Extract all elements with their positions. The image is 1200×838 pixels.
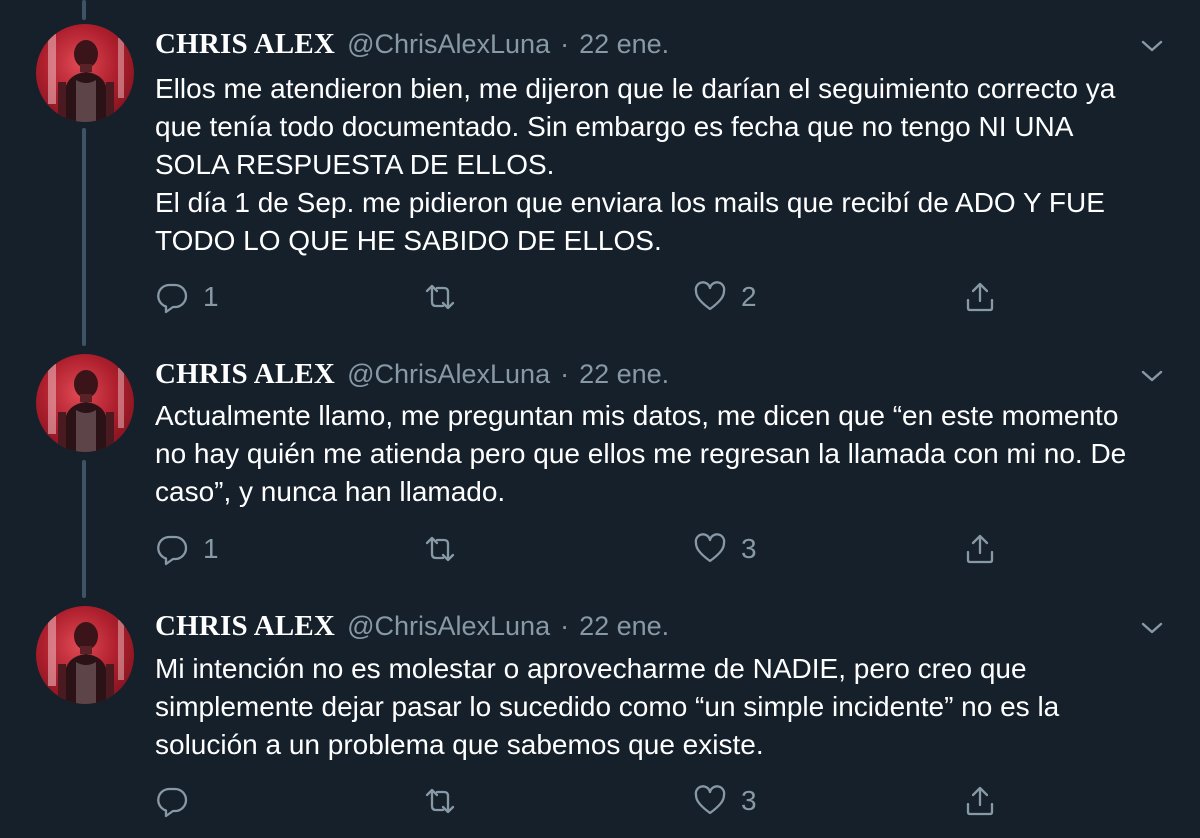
- chevron-down-icon[interactable]: [1138, 362, 1166, 390]
- share-icon: [966, 282, 994, 312]
- tweet-text: Actualmente llamo, me preguntan mis dato…: [155, 397, 1165, 511]
- tweet-date[interactable]: 22 ene.: [579, 359, 669, 390]
- retweet-button[interactable]: [423, 783, 471, 819]
- chevron-down-icon[interactable]: [1138, 32, 1166, 60]
- display-name[interactable]: CHRIS ALEX: [155, 358, 335, 391]
- avatar-photo: [48, 364, 124, 452]
- user-handle[interactable]: @ChrisAlexLuna: [347, 611, 550, 642]
- tweet-text-line: SOLA RESPUESTA DE ELLOS.: [155, 149, 555, 180]
- tweet-date[interactable]: 22 ene.: [579, 29, 669, 60]
- reply-icon: [157, 283, 188, 314]
- reply-count: 1: [203, 533, 219, 564]
- reply-count: 1: [203, 281, 219, 312]
- tweet-actions: 1 3: [155, 531, 1015, 567]
- tweet-text-line: Mi intención no es molestar o aprovechar…: [155, 653, 1027, 684]
- reply-button[interactable]: [155, 783, 203, 819]
- retweet-icon: [425, 284, 455, 310]
- user-handle[interactable]: @ChrisAlexLuna: [347, 359, 550, 390]
- tweet-text-line: que tenía todo documentado. Sin embargo …: [155, 111, 1074, 142]
- reply-icon: [157, 535, 188, 566]
- tweet-actions: 3: [155, 783, 1015, 819]
- user-handle[interactable]: @ChrisAlexLuna: [347, 29, 550, 60]
- tweet-text-line: no hay quién me atienda pero que ellos m…: [155, 438, 1127, 469]
- tweet[interactable]: CHRIS ALEX @ChrisAlexLuna · 22 ene. Mi i…: [0, 600, 1200, 838]
- avatar-photo: [48, 616, 124, 704]
- heart-icon: [694, 785, 726, 815]
- retweet-button[interactable]: [423, 531, 471, 567]
- like-count: 3: [741, 785, 757, 816]
- tweet[interactable]: CHRIS ALEX @ChrisAlexLuna · 22 ene. Ello…: [0, 0, 1200, 346]
- tweet-text: Mi intención no es molestar o aprovechar…: [155, 650, 1165, 764]
- separator-dot: ·: [560, 611, 570, 641]
- display-name[interactable]: CHRIS ALEX: [155, 28, 335, 61]
- avatar[interactable]: [36, 24, 134, 122]
- heart-icon: [694, 533, 726, 563]
- reply-icon: [157, 787, 188, 818]
- retweet-icon: [425, 536, 455, 562]
- like-button[interactable]: 3: [693, 531, 757, 567]
- separator-dot: ·: [560, 29, 570, 59]
- reply-button[interactable]: 1: [155, 279, 219, 315]
- share-icon: [966, 534, 994, 564]
- share-button[interactable]: [963, 279, 997, 315]
- chevron-down-icon[interactable]: [1138, 614, 1166, 642]
- tweet-header: CHRIS ALEX @ChrisAlexLuna · 22 ene.: [155, 28, 669, 62]
- tweet-text: Ellos me atendieron bien, me dijeron que…: [155, 70, 1165, 260]
- tweet-header: CHRIS ALEX @ChrisAlexLuna · 22 ene.: [155, 358, 669, 392]
- tweet-header: CHRIS ALEX @ChrisAlexLuna · 22 ene.: [155, 610, 669, 644]
- share-icon: [966, 786, 994, 816]
- share-button[interactable]: [963, 783, 997, 819]
- tweet-text-line: TODO LO QUE HE SABIDO DE ELLOS.: [155, 225, 662, 256]
- tweet-thread: CHRIS ALEX @ChrisAlexLuna · 22 ene. Ello…: [0, 0, 1200, 838]
- tweet-text-line: caso”, y nunca han llamado.: [155, 476, 506, 507]
- heart-icon: [694, 281, 726, 311]
- display-name[interactable]: CHRIS ALEX: [155, 610, 335, 643]
- separator-dot: ·: [560, 359, 570, 389]
- like-count: 3: [741, 533, 757, 564]
- tweet-actions: 1 2: [155, 279, 1015, 315]
- retweet-icon: [425, 788, 455, 814]
- tweet-text-line: solución a un problema que sabemos que e…: [155, 729, 764, 760]
- tweet-text-line: Ellos me atendieron bien, me dijeron que…: [155, 73, 1116, 104]
- tweet-date[interactable]: 22 ene.: [579, 611, 669, 642]
- tweet-text-line: Actualmente llamo, me preguntan mis dato…: [155, 400, 1119, 431]
- tweet-text-line: El día 1 de Sep. me pidieron que enviara…: [155, 187, 1105, 218]
- avatar[interactable]: [36, 606, 134, 704]
- like-count: 2: [741, 281, 757, 312]
- like-button[interactable]: 3: [693, 783, 757, 819]
- tweet-text-line: simplemente dejar pasar lo sucedido como…: [155, 691, 1060, 722]
- share-button[interactable]: [963, 531, 997, 567]
- avatar[interactable]: [36, 354, 134, 452]
- reply-button[interactable]: 1: [155, 531, 219, 567]
- like-button[interactable]: 2: [693, 279, 757, 315]
- retweet-button[interactable]: [423, 279, 471, 315]
- tweet[interactable]: CHRIS ALEX @ChrisAlexLuna · 22 ene. Actu…: [0, 346, 1200, 600]
- avatar-photo: [48, 34, 124, 122]
